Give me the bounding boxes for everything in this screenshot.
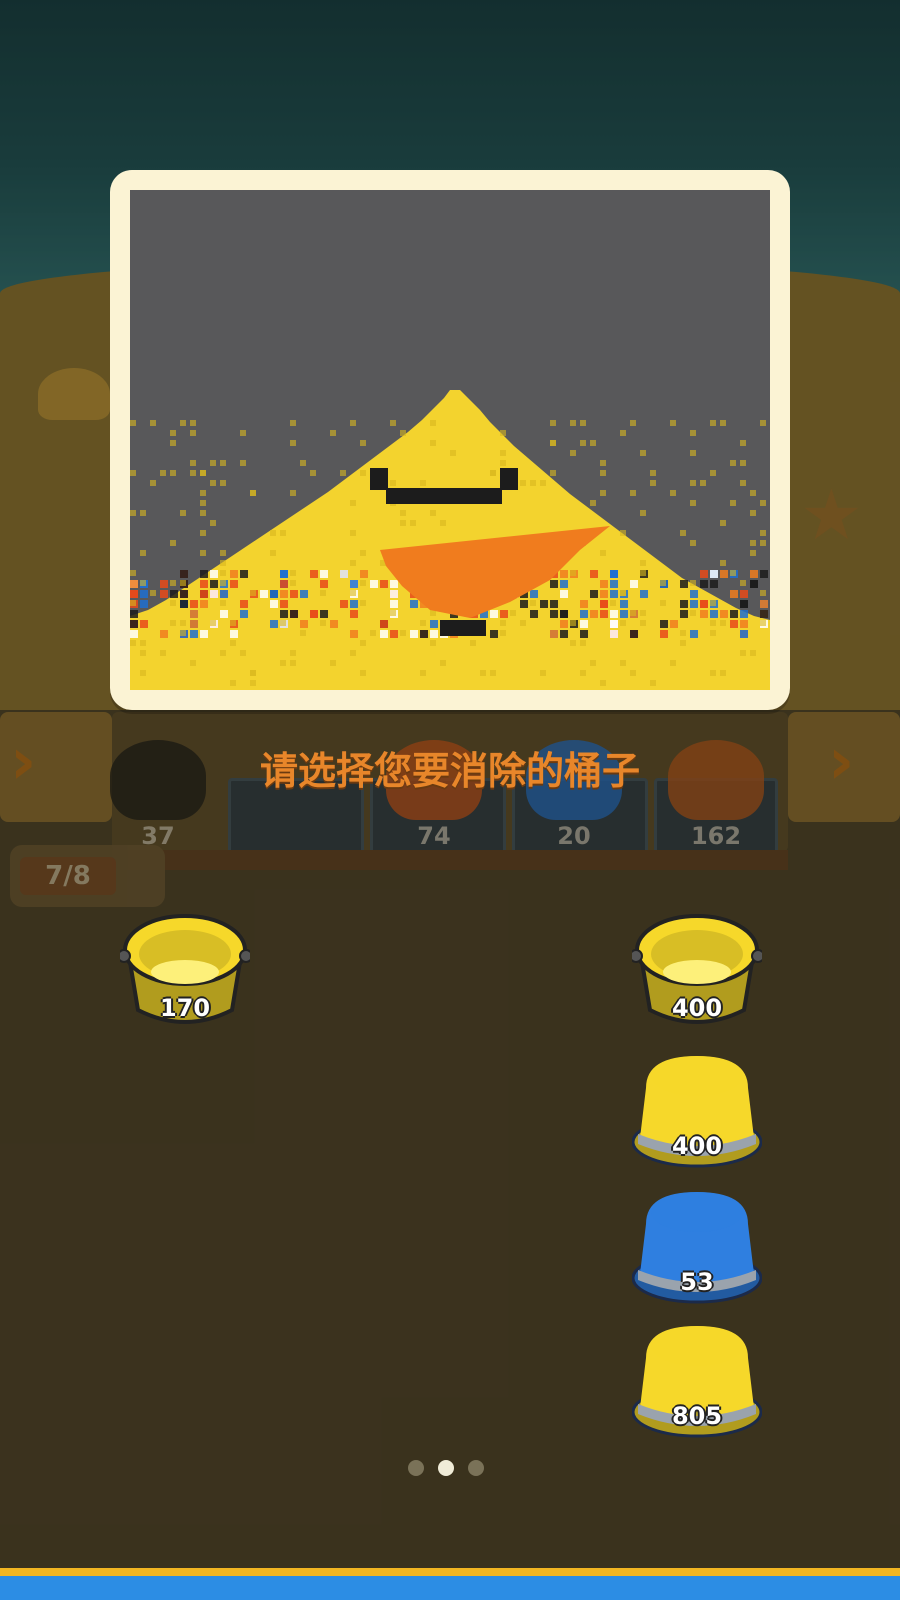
sand-picture (130, 190, 770, 690)
page-dot-active[interactable] (438, 1460, 454, 1476)
bucket-count: 170 (159, 994, 211, 1022)
open-bucket[interactable]: 170 (120, 910, 250, 1030)
game-screen: ★ › › 37 74 20 162 7/8 请选择您要消除的桶子 170 40… (0, 0, 900, 1600)
bucket-count: 805 (671, 1402, 723, 1430)
closed-bucket[interactable]: 400 (632, 1048, 762, 1168)
sand-pile-picture (130, 190, 770, 690)
closed-bucket[interactable]: 53 (632, 1184, 762, 1304)
closed-bucket[interactable]: 805 (632, 1318, 762, 1438)
bucket-count: 400 (671, 1132, 723, 1160)
page-dot[interactable] (408, 1460, 424, 1476)
bucket-count: 400 (671, 994, 723, 1022)
bottom-bar (0, 1568, 900, 1600)
page-dot[interactable] (468, 1460, 484, 1476)
sand-picture-frame (110, 170, 790, 710)
bucket-count: 53 (680, 1268, 714, 1296)
open-bucket[interactable]: 400 (632, 910, 762, 1030)
select-bucket-prompt: 请选择您要消除的桶子 (259, 749, 640, 793)
